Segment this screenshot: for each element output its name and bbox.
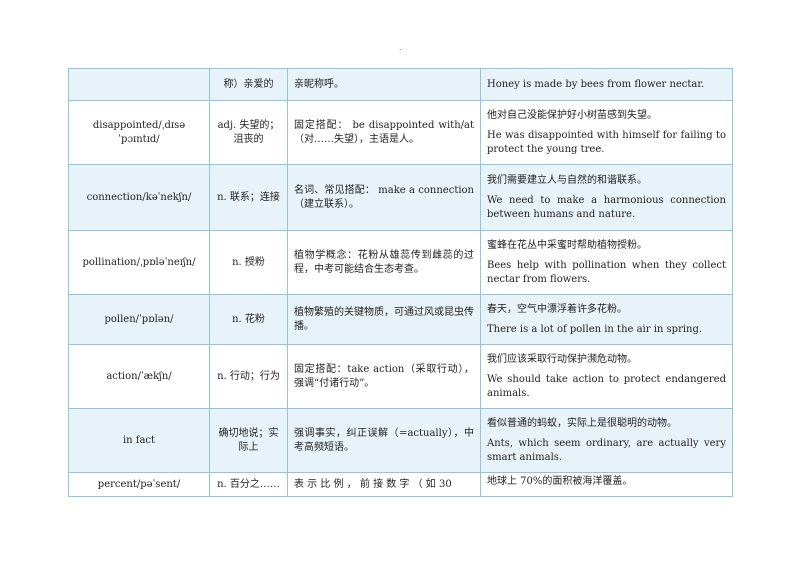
word-cell: connection/kəˈnekʃn/	[68, 164, 210, 231]
meaning-cell: 称）亲爱的	[209, 68, 288, 101]
meaning-cell: adj. 失望的；沮丧的	[209, 100, 288, 165]
meaning-cell: 确切地说；实际上	[209, 408, 288, 473]
example-cell: 看似普通的蚂蚁，实际上是很聪明的动物。 Ants, which seem ord…	[480, 408, 733, 473]
meaning-cell: n. 百分之……	[209, 472, 288, 497]
table-row: action/ˈækʃn/ n. 行动；行为 固定搭配：take action（…	[68, 344, 733, 409]
word-cell: percent/pəˈsent/	[68, 472, 210, 497]
note-cell: 固定搭配：take action（采取行动），强调“付诸行动”。	[287, 344, 481, 409]
word-cell: pollen/ˈpɒlən/	[68, 294, 210, 345]
note-cell: 名词、常见搭配： make a connection（建立联系）。	[287, 164, 481, 231]
example-chinese: 蜜蜂在花丛中采蜜时帮助植物授粉。	[487, 239, 647, 251]
note-cell: 固定搭配： be disappointed with/at（对……失望），主语是…	[287, 100, 481, 165]
example-english: Bees help with pollination when they col…	[487, 259, 726, 285]
table-row: disappointed/ˌdɪsəˈpɔɪntɪd/ adj. 失望的；沮丧的…	[68, 100, 733, 165]
table-row: 称）亲爱的 亲昵称呼。 Honey is made by bees from f…	[68, 68, 733, 101]
example-chinese: 春天，空气中漂浮着许多花粉。	[487, 303, 627, 315]
example-cell: 我们应该采取行动保护濒危动物。 We should take action to…	[480, 344, 733, 409]
word-cell: pollination/ˌpɒləˈneɪʃn/	[68, 230, 210, 295]
example-chinese: 我们应该采取行动保护濒危动物。	[487, 353, 637, 365]
example-english: Honey is made by bees from flower nectar…	[487, 78, 705, 90]
meaning-cell: n. 行动；行为	[209, 344, 288, 409]
note-cell: 强调事实，纠正误解（=actually），中考高频短语。	[287, 408, 481, 473]
example-cell: 地球上 70%的面积被海洋覆盖。	[480, 472, 733, 497]
example-cell: 蜜蜂在花丛中采蜜时帮助植物授粉。 Bees help with pollinat…	[480, 230, 733, 295]
example-english: We need to make a harmonious connection …	[487, 194, 726, 220]
example-cell: 我们需要建立人与自然的和谐联系。 We need to make a harmo…	[480, 164, 733, 231]
table-row: pollen/ˈpɒlən/ n. 花粉 植物繁殖的关键物质，可通过风或昆虫传播…	[68, 294, 733, 345]
note-cell: 表 示 比 例 ， 前 接 数 字 （ 如 30	[287, 472, 481, 497]
word-cell: action/ˈækʃn/	[68, 344, 210, 409]
example-english: We should take action to protect endange…	[487, 373, 726, 399]
example-cell: Honey is made by bees from flower nectar…	[480, 68, 733, 101]
example-cell: 春天，空气中漂浮着许多花粉。 There is a lot of pollen …	[480, 294, 733, 345]
example-chinese: 地球上 70%的面积被海洋覆盖。	[487, 475, 633, 487]
example-chinese: 看似普通的蚂蚁，实际上是很聪明的动物。	[487, 417, 677, 429]
page-dot: .	[399, 43, 402, 52]
note-cell: 亲昵称呼。	[287, 68, 481, 101]
table-row: pollination/ˌpɒləˈneɪʃn/ n. 授粉 植物学概念：花粉从…	[68, 230, 733, 295]
word-cell: disappointed/ˌdɪsəˈpɔɪntɪd/	[68, 100, 210, 165]
meaning-cell: n. 花粉	[209, 294, 288, 345]
table-row: connection/kəˈnekʃn/ n. 联系；连接 名词、常见搭配： m…	[68, 164, 733, 231]
example-chinese: 我们需要建立人与自然的和谐联系。	[487, 174, 647, 186]
table-row: in fact 确切地说；实际上 强调事实，纠正误解（=actually），中考…	[68, 408, 733, 473]
example-cell: 他对自己没能保护好小树苗感到失望。 He was disappointed wi…	[480, 100, 733, 165]
vocabulary-table: 称）亲爱的 亲昵称呼。 Honey is made by bees from f…	[68, 68, 733, 497]
meaning-cell: n. 联系；连接	[209, 164, 288, 231]
example-english: There is a lot of pollen in the air in s…	[487, 323, 703, 335]
note-cell: 植物学概念：花粉从雄蕊传到雌蕊的过程，中考可能结合生态考查。	[287, 230, 481, 295]
table-row: percent/pəˈsent/ n. 百分之…… 表 示 比 例 ， 前 接 …	[68, 472, 733, 497]
meaning-cell: n. 授粉	[209, 230, 288, 295]
word-cell	[68, 68, 210, 101]
word-cell: in fact	[68, 408, 210, 473]
example-english: Ants, which seem ordinary, are actually …	[487, 437, 726, 463]
example-chinese: 他对自己没能保护好小树苗感到失望。	[487, 109, 657, 121]
example-english: He was disappointed with himself for fai…	[487, 129, 726, 155]
note-cell: 植物繁殖的关键物质，可通过风或昆虫传播。	[287, 294, 481, 345]
